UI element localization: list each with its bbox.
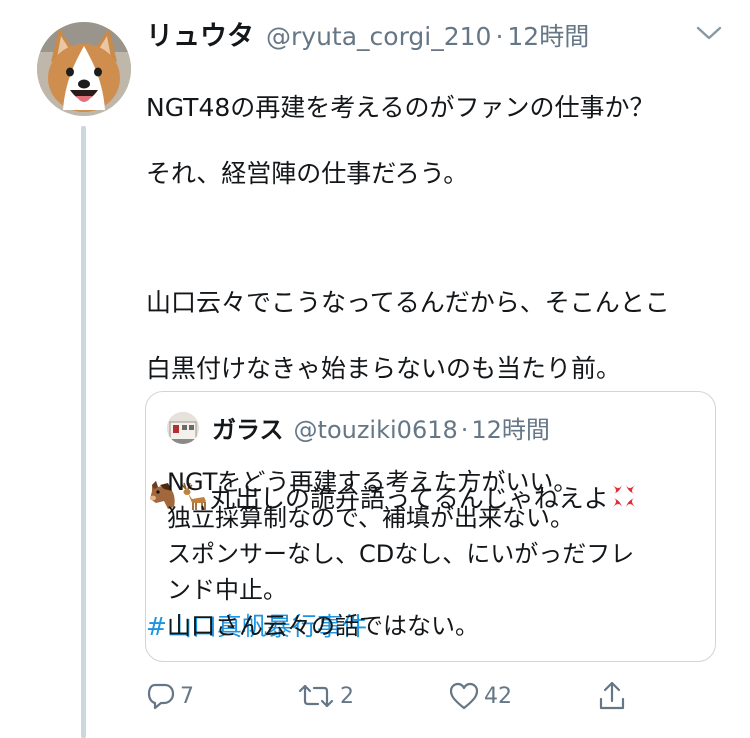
quoted-display-name: ガラス bbox=[212, 416, 284, 444]
thread-line bbox=[81, 126, 86, 738]
retweet-button[interactable]: 2 bbox=[296, 676, 354, 716]
user-handle[interactable]: @ryuta_corgi_210 bbox=[266, 22, 491, 51]
tweet-text-line: 山口云々でこうなってるんだから、そこんとこ bbox=[146, 288, 670, 317]
quoted-text-line: NGTをどう再建する考えた方がいい。 bbox=[167, 468, 578, 496]
retweet-icon bbox=[298, 684, 334, 708]
reply-count: 7 bbox=[180, 683, 194, 709]
quoted-avatar bbox=[167, 412, 199, 444]
share-icon bbox=[599, 681, 625, 710]
tweet-header: リュウタ @ryuta_corgi_210 · 12時間 bbox=[146, 14, 589, 54]
tweet-text-line: それ、経営陣の仕事だろう。 bbox=[146, 159, 469, 188]
tweet-action-bar: 7 2 42 bbox=[146, 676, 646, 716]
retweet-count: 2 bbox=[340, 683, 354, 709]
quoted-text-line: 山口さん云々の話ではない。 bbox=[167, 612, 479, 640]
share-button[interactable] bbox=[596, 676, 632, 716]
building-avatar-image bbox=[167, 412, 199, 444]
tweet-text-line: 白黒付けなきゃ始まらないのも当たり前。 bbox=[146, 354, 622, 383]
quoted-text-line: スポンサーなし、CDなし、にいがっだフレ bbox=[167, 540, 635, 568]
quoted-tweet-card[interactable]: ガラス @touziki0618 · 12時間 NGTをどう再建する考えた方がい… bbox=[145, 391, 716, 662]
quoted-text-line: 独立採算制なので、補填が出来ない。 bbox=[167, 504, 575, 532]
chevron-down-icon[interactable] bbox=[694, 22, 724, 44]
separator-dot: · bbox=[460, 416, 469, 444]
reply-button[interactable]: 7 bbox=[146, 676, 194, 716]
heart-icon bbox=[449, 682, 479, 710]
quoted-user-handle: @touziki0618 bbox=[293, 416, 458, 444]
avatar[interactable] bbox=[37, 22, 131, 116]
like-count: 42 bbox=[484, 683, 512, 709]
tweet-text-line: NGT48の再建を考えるのがファンの仕事か？ bbox=[146, 93, 655, 122]
quoted-tweet-header: ガラス @touziki0618 · 12時間 bbox=[212, 410, 550, 445]
corgi-avatar-image bbox=[37, 22, 131, 116]
like-button[interactable]: 42 bbox=[448, 676, 512, 716]
quoted-text-line: ンド中止。 bbox=[167, 576, 287, 604]
separator-dot: · bbox=[495, 22, 504, 51]
quoted-tweet-text: NGTをどう再建する考えた方がいい。 独立採算制なので、補填が出来ない。 スポン… bbox=[167, 464, 707, 644]
tweet-timestamp[interactable]: 12時間 bbox=[507, 17, 589, 53]
reply-icon bbox=[147, 683, 175, 710]
quoted-tweet-timestamp: 12時間 bbox=[471, 416, 550, 444]
display-name[interactable]: リュウタ bbox=[146, 14, 254, 53]
